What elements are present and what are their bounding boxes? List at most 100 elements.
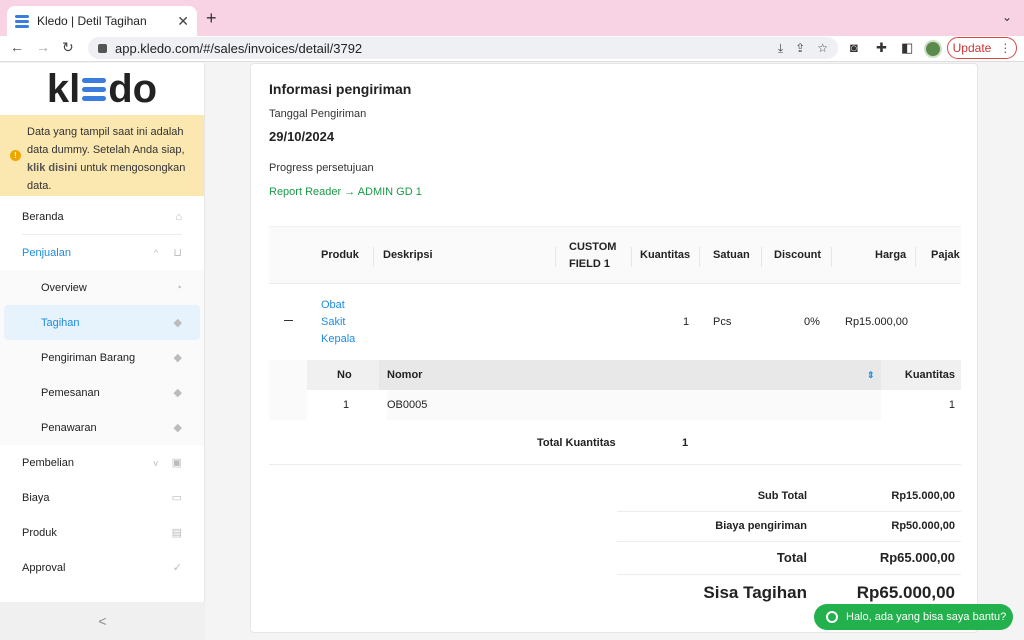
shipping-cost-value: Rp50.000,00 xyxy=(891,520,955,532)
table-row: 1 OB0005 1 xyxy=(307,390,961,420)
sidebar-item-penawaran[interactable]: Penawaran ◆ xyxy=(0,410,204,445)
total-quantity-row: Total Kuantitas 1 xyxy=(269,420,961,465)
sidebar-item-produk[interactable]: Produk ▤ xyxy=(0,515,204,550)
share-icon[interactable]: ⇪ xyxy=(795,41,805,55)
back-icon[interactable]: ← xyxy=(10,39,24,55)
table-row: Obat Sakit Kepala 1 Pcs 0% Rp15.000,00 xyxy=(269,284,961,360)
sidebar-item-pengiriman-barang[interactable]: Pengiriman Barang ◆ xyxy=(0,340,204,375)
col-produk: Produk xyxy=(321,249,359,261)
install-icon[interactable]: ⤓ xyxy=(778,41,783,56)
forward-icon[interactable]: → xyxy=(36,39,50,55)
serial-no: 1 xyxy=(343,399,350,411)
penjualan-submenu: Overview ◔ Tagihan ◆ Pengiriman Barang ◆… xyxy=(0,270,204,445)
product-link[interactable]: Obat Sakit Kepala xyxy=(321,297,355,348)
sidebar-item-pembelian[interactable]: Pembelian v ▣ xyxy=(0,445,204,480)
pie-chart-icon: ◔ xyxy=(175,281,182,294)
basket-icon: ⊔ xyxy=(173,247,182,259)
chevron-up-icon: ^ xyxy=(153,247,158,258)
total-label: Total xyxy=(776,550,807,565)
serial-col-kuantitas: Kuantitas xyxy=(904,369,955,381)
tab-search-chevron-icon[interactable]: ⌄ xyxy=(1002,10,1012,24)
approval-progress-label: Progress persetujuan xyxy=(269,162,374,174)
sidebar-item-pemesanan[interactable]: Pemesanan ◆ xyxy=(0,375,204,410)
sidebar-item-label: Approval xyxy=(22,561,66,574)
lock-icon xyxy=(98,43,107,53)
update-button[interactable]: Update ⋮ xyxy=(947,37,1017,59)
sort-icon[interactable]: ⇕ xyxy=(867,360,875,390)
sidebar-item-overview[interactable]: Overview ◔ xyxy=(0,270,204,305)
col-kuantitas: Kuantitas xyxy=(640,249,691,261)
summary-divider xyxy=(617,511,961,512)
box-icon: ▤ xyxy=(171,527,182,539)
sidebar-item-approval[interactable]: Approval ✓ xyxy=(0,550,204,585)
serial-kuantitas: 1 xyxy=(948,399,955,411)
profile-avatar[interactable] xyxy=(924,40,942,58)
kledo-logo[interactable]: kl do xyxy=(0,63,204,115)
serial-nomor-text: OB0005 xyxy=(387,399,428,411)
update-label: Update xyxy=(952,41,992,55)
nested-table-gutter xyxy=(269,360,307,420)
dummy-data-notice: ! Data yang tampil saat ini adalah data … xyxy=(0,115,204,196)
side-panel-icon[interactable]: ◧ xyxy=(901,40,913,56)
shipping-date-value: 29/10/2024 xyxy=(269,129,335,144)
warning-icon: ! xyxy=(10,150,21,161)
total-quantity-value: 1 xyxy=(682,437,689,449)
col-separator xyxy=(373,247,374,267)
browser-tab[interactable]: Kledo | Detil Tagihan ✕ xyxy=(7,6,197,36)
browser-toolbar: ← → ↻ app.kledo.com/#/sales/invoices/det… xyxy=(0,36,1024,62)
collapse-row-icon[interactable] xyxy=(284,320,293,321)
bookmark-star-icon[interactable]: ☆ xyxy=(817,41,828,55)
extensions-icon[interactable]: ✚ xyxy=(876,40,887,56)
chevron-left-icon: < xyxy=(98,613,107,629)
tag-icon: ◆ xyxy=(173,352,182,364)
sidebar-item-penjualan[interactable]: Penjualan ^ ⊔ xyxy=(0,235,204,270)
items-table-header: Produk Deskripsi CUSTOM FIELD 1 Kuantita… xyxy=(269,226,961,284)
logo-e-icon xyxy=(82,77,107,101)
summary-divider xyxy=(617,574,961,575)
invoice-detail-card: Informasi pengiriman Tanggal Pengiriman … xyxy=(250,63,978,633)
serial-col-nomor[interactable]: Nomor xyxy=(387,360,422,390)
sorted-column-bg xyxy=(379,360,881,390)
tag-icon: ◆ xyxy=(173,422,182,434)
chat-label: Halo, ada yang bisa saya bantu? xyxy=(846,611,1007,623)
section-title: Informasi pengiriman xyxy=(269,81,412,97)
browser-tab-bar: Kledo | Detil Tagihan ✕ + ⌄ xyxy=(0,0,1024,36)
col-custom-field-1: CUSTOM xyxy=(569,241,617,253)
shipping-cost-label: Biaya pengiriman xyxy=(715,520,807,532)
approval-from: Report Reader xyxy=(269,186,342,198)
sidebar-item-beranda[interactable]: Beranda ⌂ xyxy=(0,199,204,234)
sidebar-item-biaya[interactable]: Biaya ▭ xyxy=(0,480,204,515)
sidebar-item-label: Beranda xyxy=(22,210,64,223)
total-quantity-label: Total Kuantitas xyxy=(537,437,616,449)
checkmark-icon: ✓ xyxy=(172,562,182,574)
notice-link[interactable]: klik disini xyxy=(27,162,77,174)
col-harga: Harga xyxy=(875,249,907,261)
remaining-balance-label: Sisa Tagihan xyxy=(703,583,807,602)
subtotal-label: Sub Total xyxy=(757,490,807,502)
col-separator xyxy=(915,247,916,267)
tab-title: Kledo | Detil Tagihan xyxy=(37,14,147,28)
sidebar-collapse-button[interactable]: < xyxy=(0,602,205,640)
notice-text-1: Data yang tampil saat ini adalah data du… xyxy=(27,126,185,156)
row-harga: Rp15.000,00 xyxy=(845,316,908,328)
new-tab-icon[interactable]: + xyxy=(206,8,217,29)
sidebar-item-label: Produk xyxy=(22,526,57,539)
col-deskripsi: Deskripsi xyxy=(383,249,433,261)
whatsapp-chat-button[interactable]: Halo, ada yang bisa saya bantu? xyxy=(814,604,1013,630)
serial-table-header: No Nomor ⇕ Kuantitas xyxy=(307,360,961,390)
sidebar: kl do ! Data yang tampil saat ini adalah… xyxy=(0,63,205,640)
camera-icon[interactable]: ◙ xyxy=(850,40,858,55)
chevron-down-icon: v xyxy=(153,457,159,468)
sidebar-item-label: Penjualan xyxy=(22,246,71,259)
tab-close-icon[interactable]: ✕ xyxy=(177,13,189,30)
menu-kebab-icon: ⋮ xyxy=(999,41,1012,55)
sidebar-item-label: Pemesanan xyxy=(41,386,100,399)
subtotal-value: Rp15.000,00 xyxy=(891,490,955,502)
sidebar-item-tagihan[interactable]: Tagihan ◆ xyxy=(4,305,200,340)
address-bar[interactable]: app.kledo.com/#/sales/invoices/detail/37… xyxy=(88,37,838,59)
approval-progress: Report Reader → ADMIN GD 1 xyxy=(269,186,422,198)
reload-icon[interactable]: ↻ xyxy=(62,39,74,56)
product-name-line: Kepala xyxy=(321,333,356,345)
shopping-bag-icon: ▣ xyxy=(171,457,182,469)
url-text[interactable]: app.kledo.com/#/sales/invoices/detail/37… xyxy=(115,41,766,56)
